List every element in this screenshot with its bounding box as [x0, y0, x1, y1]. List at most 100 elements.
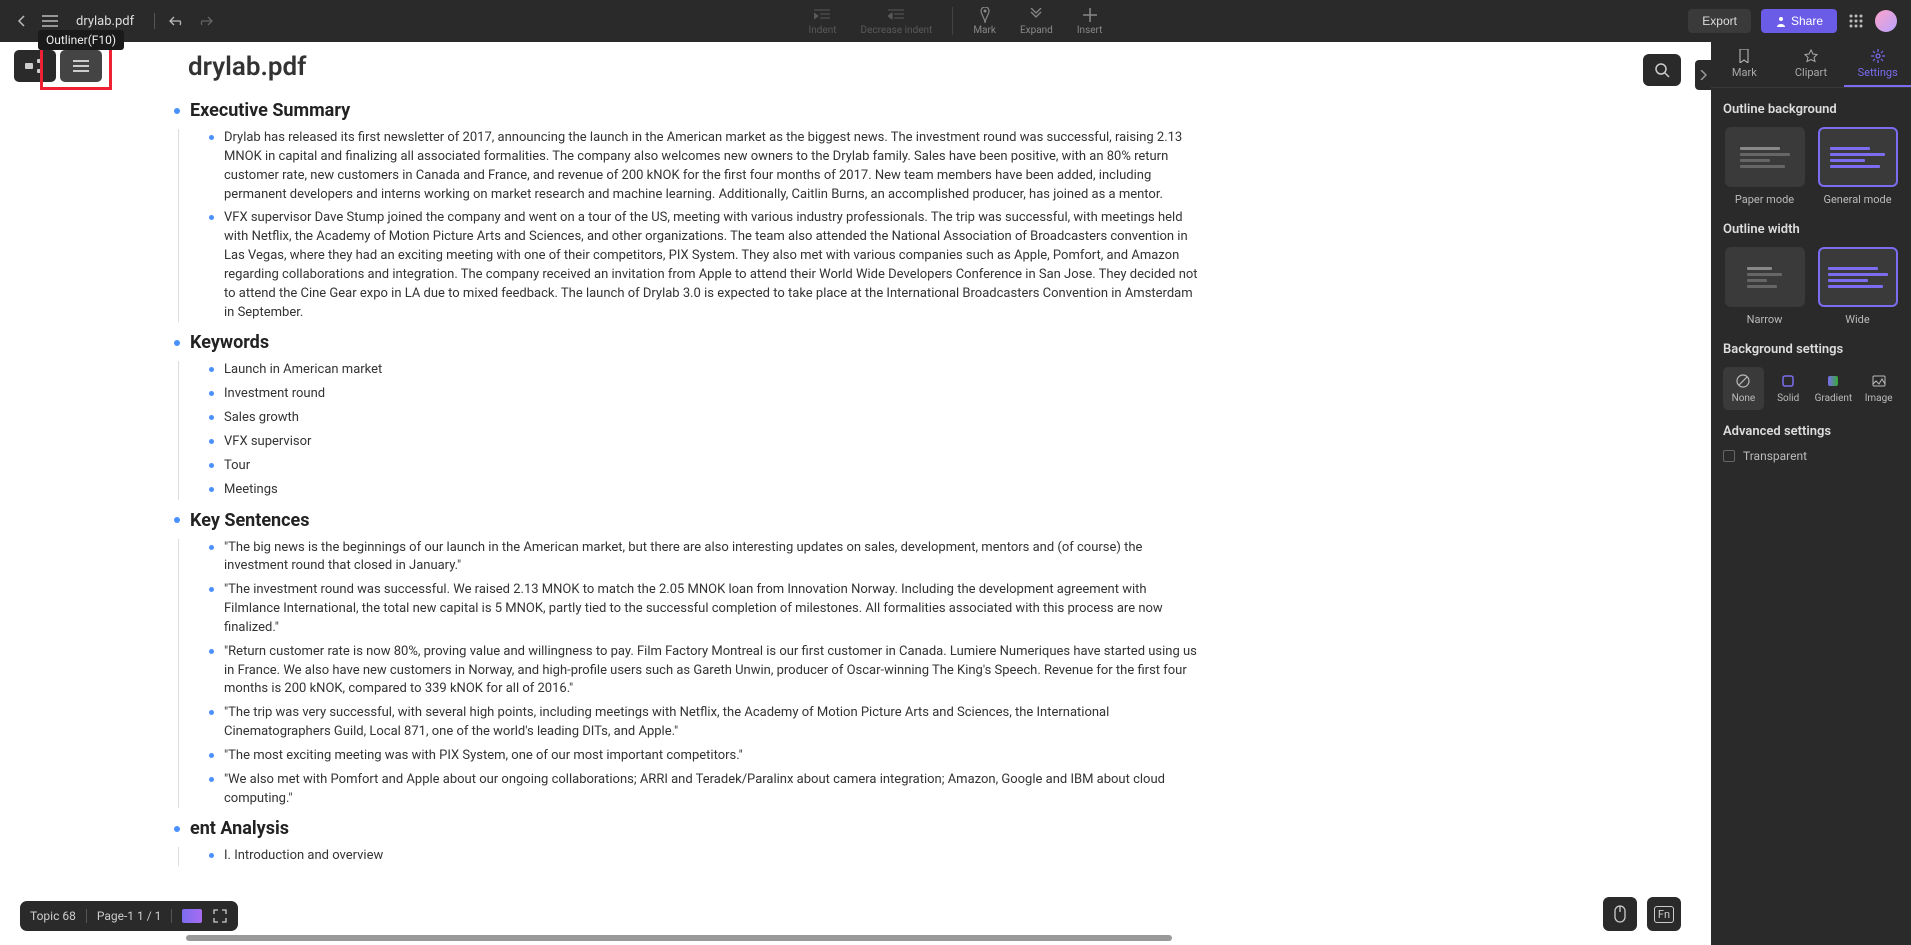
list-item[interactable]: Tour — [209, 457, 1200, 476]
bullet-icon — [174, 826, 180, 832]
outliner-tooltip: Outliner(F10) — [38, 30, 124, 50]
undo-button[interactable] — [167, 11, 187, 31]
user-avatar[interactable] — [1875, 10, 1897, 32]
topic-count: Topic 68 — [30, 909, 76, 923]
indent-icon — [815, 7, 831, 23]
gear-icon — [1870, 48, 1886, 64]
settings-panel: Mark Clipart Settings Outline background… — [1711, 42, 1911, 945]
mark-icon — [977, 7, 993, 23]
separator — [952, 7, 953, 35]
mindmap-view-button[interactable] — [14, 50, 56, 82]
decrease-indent-button[interactable]: Decrease indent — [849, 5, 945, 38]
list-item[interactable]: "The big news is the beginnings of our l… — [209, 539, 1200, 577]
outliner-view-button[interactable] — [60, 50, 102, 82]
list-item[interactable]: VFX supervisor Dave Stump joined the com… — [209, 209, 1200, 322]
plus-icon — [1082, 7, 1098, 23]
document-viewport[interactable]: drylab.pdf Executive Summary Drylab has re… — [0, 42, 1711, 945]
wide-width-option[interactable]: Wide — [1816, 247, 1899, 326]
bullet-icon — [209, 649, 214, 654]
paper-mode-option[interactable]: Paper mode — [1723, 127, 1806, 206]
checkbox-icon — [1723, 450, 1735, 462]
bullet-icon — [174, 517, 180, 523]
redo-button[interactable] — [195, 11, 215, 31]
divider — [154, 13, 155, 29]
horizontal-scrollbar[interactable] — [186, 935, 1501, 943]
general-mode-option[interactable]: General mode — [1816, 127, 1899, 206]
list-item[interactable]: I. Introduction and overview — [209, 847, 1200, 866]
bullet-icon — [209, 415, 214, 420]
tab-settings[interactable]: Settings — [1844, 42, 1911, 87]
bg-solid-option[interactable]: Solid — [1768, 367, 1809, 410]
indent-button[interactable]: Indent — [797, 5, 849, 38]
share-button[interactable]: Share — [1761, 9, 1837, 33]
section-heading[interactable]: Executive Summary — [174, 100, 1200, 121]
section-body: Launch in American market Investment roun… — [178, 361, 1200, 499]
list-item[interactable]: "We also met with Pomfort and Apple abou… — [209, 771, 1200, 809]
section-heading[interactable]: ent Analysis — [174, 818, 1200, 839]
bullet-icon — [174, 108, 180, 114]
bg-none-option[interactable]: None — [1723, 367, 1764, 410]
insert-button[interactable]: Insert — [1065, 5, 1115, 38]
filename: drylab.pdf — [68, 14, 142, 29]
bullet-icon — [209, 215, 214, 220]
bullet-icon — [209, 135, 214, 140]
section-body: I. Introduction and overview — [178, 847, 1200, 866]
bullet-icon — [209, 463, 214, 468]
ai-icon[interactable] — [182, 909, 202, 923]
status-bar: Topic 68 Page-1 1 / 1 — [20, 901, 238, 931]
bg-settings-title: Background settings — [1723, 342, 1899, 357]
bullet-icon — [209, 853, 214, 858]
section-heading[interactable]: Keywords — [174, 332, 1200, 353]
tab-clipart[interactable]: Clipart — [1778, 42, 1845, 87]
bullet-icon — [174, 340, 180, 346]
bullet-icon — [209, 777, 214, 782]
list-item[interactable]: VFX supervisor — [209, 433, 1200, 452]
tab-mark[interactable]: Mark — [1711, 42, 1778, 87]
list-item[interactable]: Sales growth — [209, 409, 1200, 428]
export-button[interactable]: Export — [1688, 9, 1751, 33]
list-item[interactable]: Drylab has released its first newsletter… — [209, 129, 1200, 204]
solid-icon — [1780, 373, 1796, 389]
collapse-panel-button[interactable] — [1695, 60, 1711, 90]
bullet-icon — [209, 710, 214, 715]
list-item[interactable]: Investment round — [209, 385, 1200, 404]
apps-grid-icon[interactable] — [1847, 12, 1865, 30]
expand-button[interactable]: Expand — [1008, 5, 1065, 38]
section-body: Drylab has released its first newsletter… — [178, 129, 1200, 322]
mark-button[interactable]: Mark — [961, 5, 1008, 38]
advanced-title: Advanced settings — [1723, 424, 1899, 439]
section-heading[interactable]: Key Sentences — [174, 510, 1200, 531]
narrow-width-option[interactable]: Narrow — [1723, 247, 1806, 326]
bullet-icon — [209, 753, 214, 758]
list-item[interactable]: Meetings — [209, 481, 1200, 500]
list-item[interactable]: "Return customer rate is now 80%, provin… — [209, 643, 1200, 700]
list-item[interactable]: "The most exciting meeting was with PIX … — [209, 747, 1200, 766]
search-button[interactable] — [1643, 54, 1681, 86]
list-item[interactable]: "The investment round was successful. We… — [209, 581, 1200, 638]
decrease-indent-icon — [888, 7, 904, 23]
outline-width-title: Outline width — [1723, 222, 1899, 237]
page-indicator: Page-1 1 / 1 — [97, 909, 162, 923]
expand-icon — [1028, 7, 1044, 23]
outline-bg-title: Outline background — [1723, 102, 1899, 117]
back-button[interactable] — [12, 11, 32, 31]
bg-image-option[interactable]: Image — [1858, 367, 1899, 410]
bullet-icon — [209, 545, 214, 550]
section-body: "The big news is the beginnings of our l… — [178, 539, 1200, 809]
bullet-icon — [209, 587, 214, 592]
transparent-checkbox[interactable]: Transparent — [1723, 449, 1899, 463]
bg-gradient-option[interactable]: Gradient — [1813, 367, 1855, 410]
gradient-icon — [1825, 373, 1841, 389]
search-icon — [1654, 62, 1670, 78]
topbar: drylab.pdf Indent Decrease indent Mark E… — [0, 0, 1911, 42]
list-item[interactable]: "The trip was very successful, with seve… — [209, 704, 1200, 742]
mouse-icon — [1613, 905, 1627, 923]
bullet-icon — [209, 439, 214, 444]
document-title: drylab.pdf — [188, 52, 1200, 82]
list-item[interactable]: Launch in American market — [209, 361, 1200, 380]
menu-icon[interactable] — [40, 11, 60, 31]
mouse-mode-button[interactable] — [1603, 897, 1637, 931]
person-icon — [1775, 15, 1787, 27]
fn-button[interactable]: Fn — [1647, 897, 1681, 931]
fullscreen-button[interactable] — [212, 908, 228, 924]
